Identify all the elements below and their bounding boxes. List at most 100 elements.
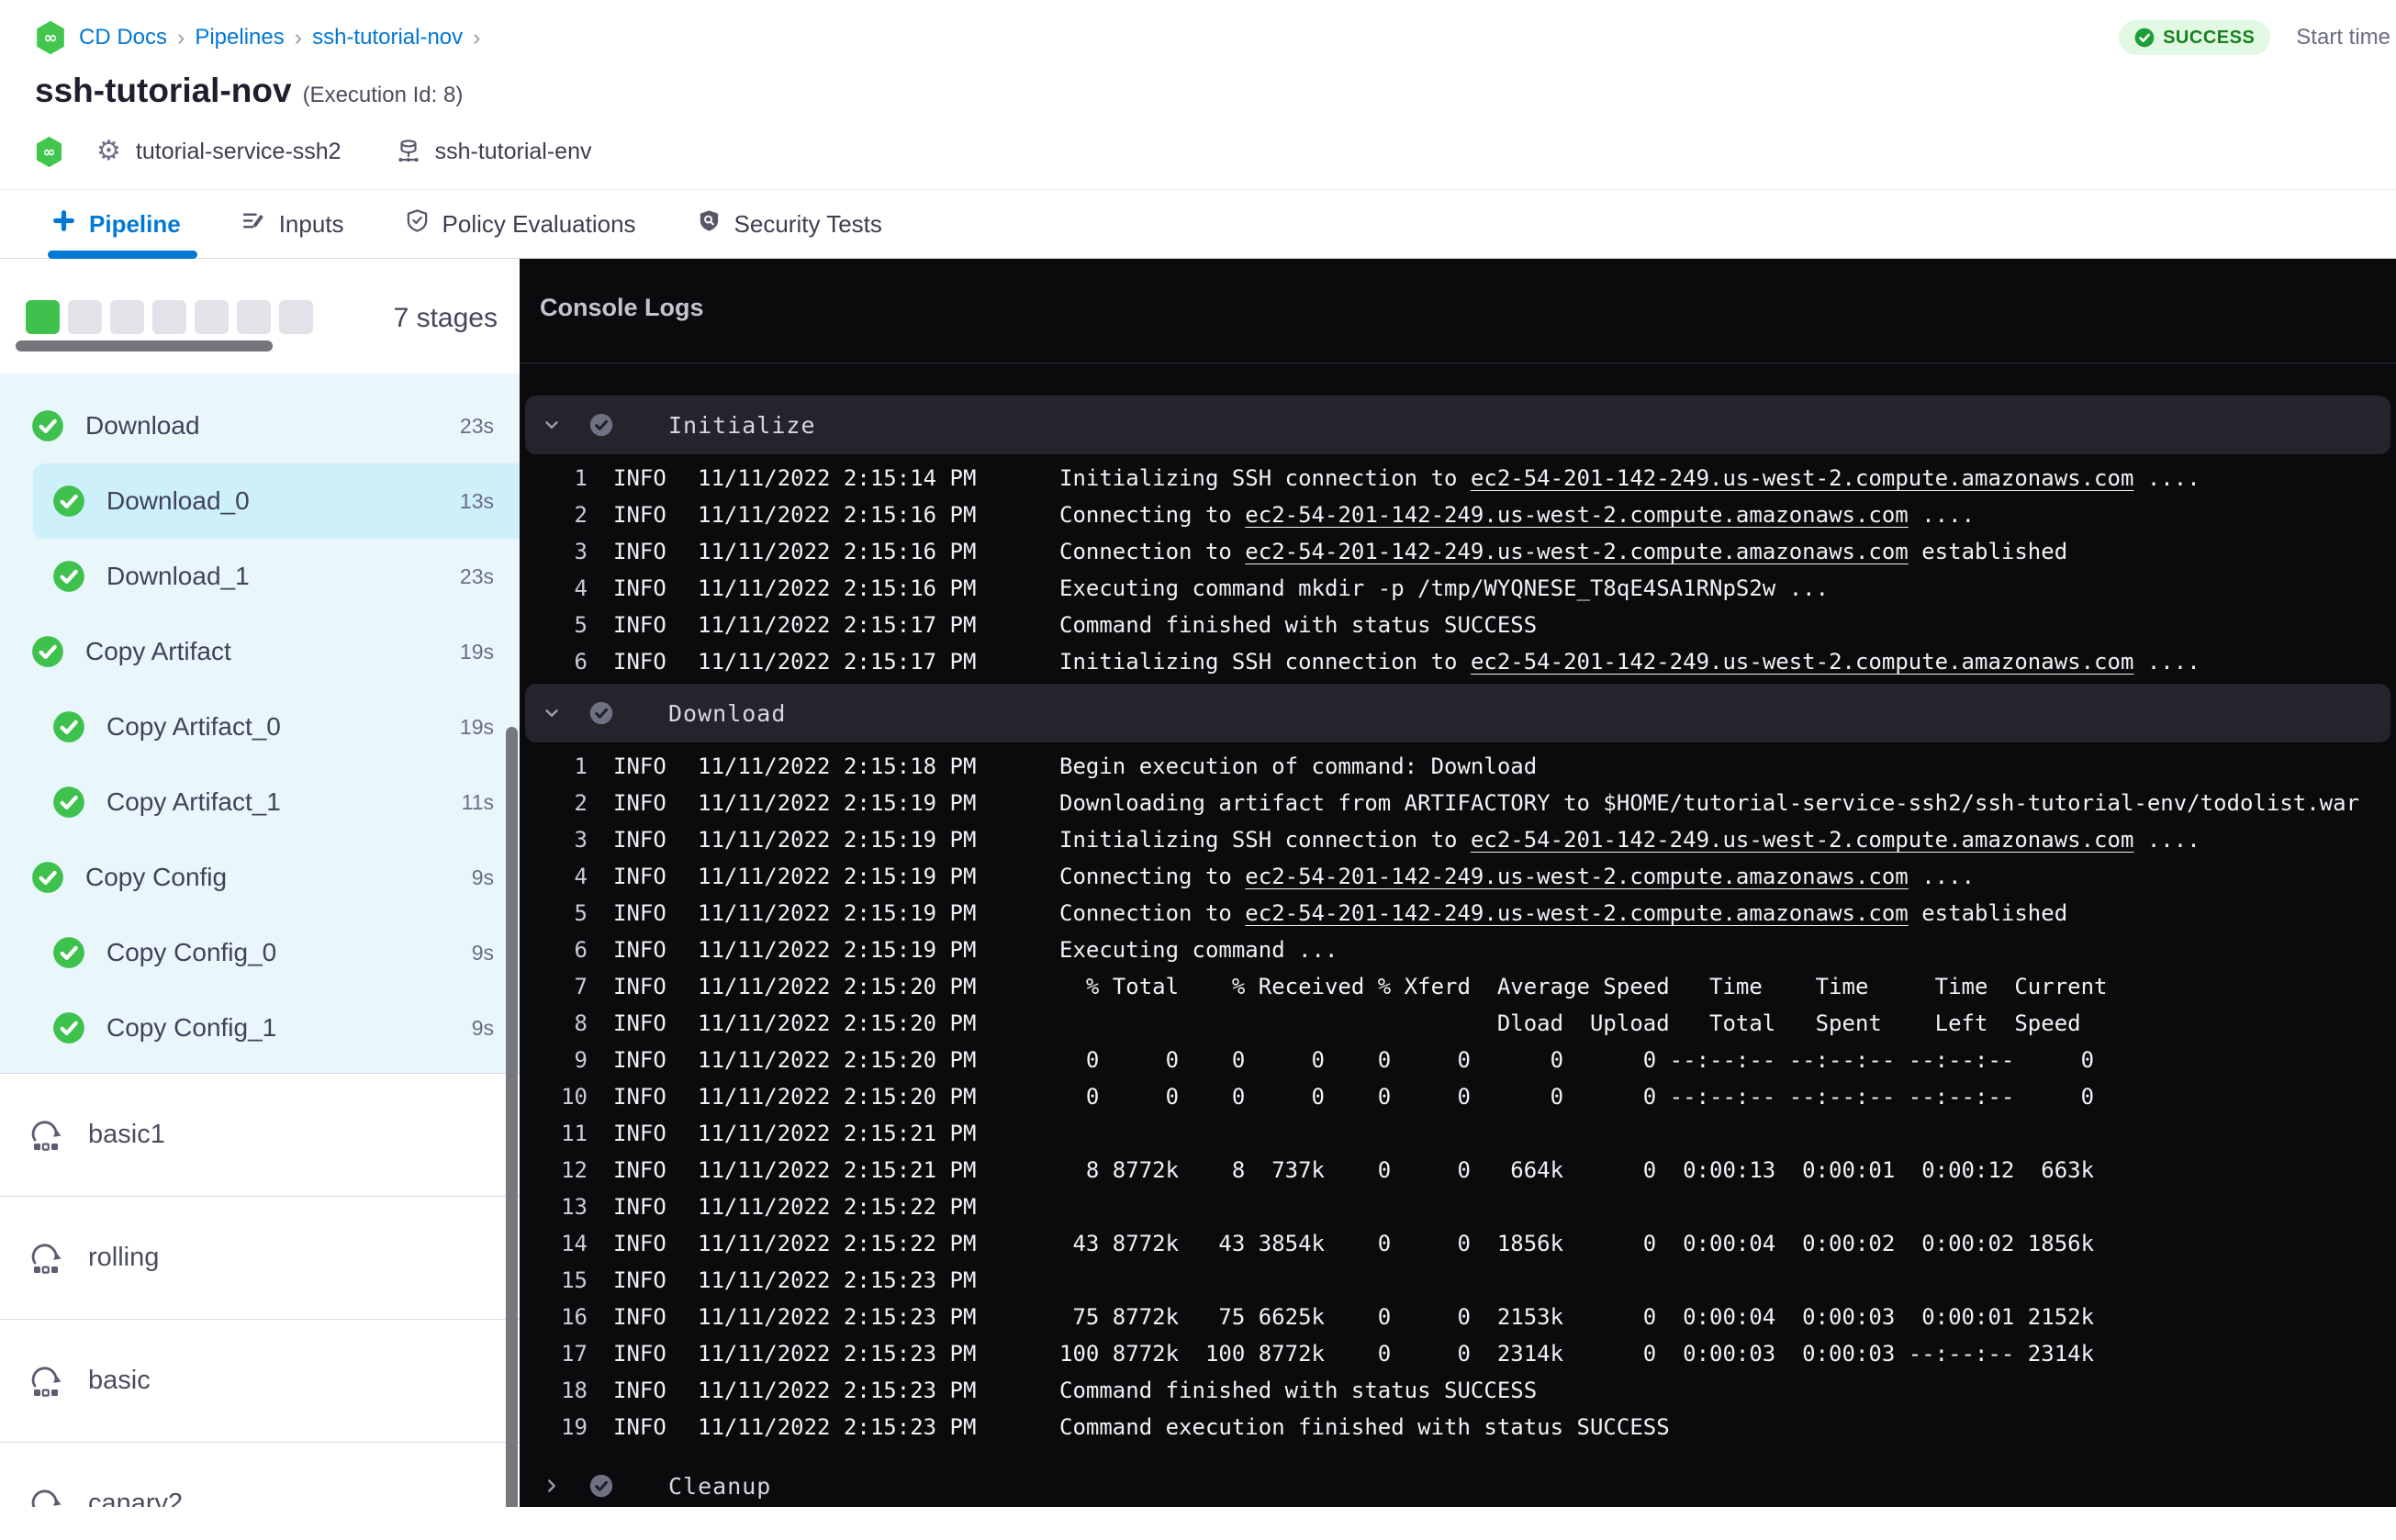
tab-security-tests[interactable]: Security Tests (697, 190, 882, 258)
log-line: 17 INFO 11/11/2022 2:15:23 PM 100 8772k 100… (520, 1335, 2396, 1372)
stage-progress-square-1 (26, 300, 60, 334)
log-message: 8 8772k 8 737k 0 0 664k 0 0:00:13 0:00:0… (1059, 1157, 2095, 1183)
log-line: 12 INFO 11/11/2022 2:15:21 PM 8 8772k 8 73… (520, 1152, 2396, 1188)
log-line-number: 8 (574, 1010, 588, 1036)
log-section-header-initialize[interactable]: Initialize (525, 396, 2390, 454)
log-level: INFO (613, 827, 666, 853)
pipeline-row-basic[interactable]: basic (0, 1319, 520, 1442)
service-name[interactable]: tutorial-service-ssh2 (136, 139, 341, 165)
log-message: 0 0 0 0 0 0 0 0 --:--:-- --:--:-- --:--:… (1059, 1047, 2095, 1073)
pipeline-name: canary2 (88, 1489, 184, 1507)
stage-duration: 23s (459, 413, 494, 438)
service-gear-icon: ⚙ (96, 136, 121, 166)
horizontal-scrollbar[interactable] (16, 340, 273, 352)
breadcrumb-separator: › (473, 24, 481, 50)
log-level: INFO (613, 753, 666, 779)
section-success-icon (589, 413, 613, 437)
log-timestamp: 11/11/2022 2:15:18 PM (698, 753, 977, 779)
stage-row-copy-config-0[interactable]: Copy Config_0 9s (0, 915, 520, 990)
breadcrumb-link-cd-docs[interactable]: CD Docs (79, 25, 167, 50)
inputs-icon (241, 208, 266, 240)
section-success-icon (589, 701, 613, 725)
host-link[interactable]: ec2-54-201-142-249.us-west-2.compute.ama… (1471, 465, 2133, 491)
rollback-stages-icon (28, 1363, 64, 1400)
tab-policy-evaluations[interactable]: Policy Evaluations (405, 190, 636, 258)
host-link[interactable]: ec2-54-201-142-249.us-west-2.compute.ama… (1245, 864, 1908, 889)
pipeline-row-basic1[interactable]: basic1 (0, 1073, 520, 1196)
log-line: 4 INFO 11/11/2022 2:15:19 PM Connecting to … (520, 858, 2396, 895)
stage-row-copy-config-1[interactable]: Copy Config_1 9s (0, 990, 520, 1066)
pipeline-name: basic1 (88, 1120, 165, 1149)
log-line: 10 INFO 11/11/2022 2:15:20 PM 0 0 0 0 0 0 … (520, 1078, 2396, 1115)
host-link[interactable]: ec2-54-201-142-249.us-west-2.compute.ama… (1471, 649, 2133, 675)
pipeline-row-canary2[interactable]: canary2 (0, 1442, 520, 1507)
breadcrumb-separator: › (294, 24, 303, 50)
stage-row-download-0[interactable]: Download_0 13s (33, 463, 520, 539)
log-section-header-download[interactable]: Download (525, 684, 2390, 742)
log-timestamp: 11/11/2022 2:15:16 PM (698, 539, 977, 564)
log-timestamp: 11/11/2022 2:15:17 PM (698, 649, 977, 675)
log-line: 3 INFO 11/11/2022 2:15:19 PM Initializing S… (520, 821, 2396, 858)
log-message: Executing command ... (1059, 937, 1338, 963)
stage-row-copy-config[interactable]: Copy Config 9s (0, 840, 520, 915)
log-line-number: 5 (574, 612, 588, 638)
log-message: Connection to ec2-54-201-142-249.us-west… (1059, 539, 2068, 564)
log-line-number: 4 (574, 575, 588, 601)
pipeline-name: rolling (88, 1243, 160, 1272)
breadcrumb-link-ssh-tutorial-nov[interactable]: ssh-tutorial-nov (312, 25, 463, 50)
stage-progress-square-7 (279, 300, 313, 334)
stage-list: Download 23s Download_0 13s Download_1 23s Cop… (0, 374, 520, 1073)
tab-inputs[interactable]: Inputs (241, 190, 344, 258)
host-link[interactable]: ec2-54-201-142-249.us-west-2.compute.ama… (1245, 900, 1908, 926)
stage-duration: 9s (471, 865, 494, 889)
log-section-header-cleanup[interactable]: Cleanup (525, 1456, 2390, 1507)
log-line: 4 INFO 11/11/2022 2:15:16 PM Executing comm… (520, 570, 2396, 607)
log-timestamp: 11/11/2022 2:15:23 PM (698, 1378, 977, 1403)
log-line-number: 18 (561, 1378, 588, 1403)
log-timestamp: 11/11/2022 2:15:22 PM (698, 1194, 977, 1220)
page-title: ssh-tutorial-nov (35, 72, 292, 109)
log-level: INFO (613, 790, 666, 816)
log-section-initialize: Initialize 1 INFO 11/11/2022 2:15:14 PM Init… (520, 396, 2396, 680)
log-timestamp: 11/11/2022 2:15:21 PM (698, 1121, 977, 1146)
pipeline-row-rolling[interactable]: rolling (0, 1196, 520, 1319)
log-line-number: 1 (574, 465, 588, 491)
stage-row-download[interactable]: Download 23s (0, 388, 520, 463)
pipeline-icon (51, 208, 76, 240)
log-line: 1 INFO 11/11/2022 2:15:18 PM Begin executio… (520, 748, 2396, 785)
log-line-number: 11 (561, 1121, 588, 1146)
tab-pipeline[interactable]: Pipeline (48, 190, 197, 259)
harness-cd-logo-icon: ∞ (35, 21, 66, 54)
log-message: Executing command mkdir -p /tmp/WYQNESE_… (1059, 575, 1830, 601)
stages-sidebar: 7 stages Download 23s Download_0 13s Downloa… (0, 259, 520, 1507)
pipeline-name: basic (88, 1366, 151, 1395)
vertical-scrollbar[interactable] (506, 727, 518, 1507)
execution-header: ∞ CD Docs › Pipelines › ssh-tutorial-nov › SU… (0, 0, 2396, 171)
stage-row-download-1[interactable]: Download_1 23s (0, 539, 520, 614)
log-message: % Total % Received % Xferd Average Speed… (1059, 974, 2108, 999)
environment-name[interactable]: ssh-tutorial-env (435, 139, 592, 165)
stage-row-copy-artifact-0[interactable]: Copy Artifact_0 19s (0, 689, 520, 764)
log-line-number: 6 (574, 649, 588, 675)
log-level: INFO (613, 465, 666, 491)
log-message: Connecting to ec2-54-201-142-249.us-west… (1059, 502, 1976, 528)
stage-name: Copy Config_1 (106, 1013, 277, 1042)
service-environment-row: ∞ ⚙ tutorial-service-ssh2 ssh-tutorial-e… (35, 132, 2396, 171)
stage-progress-squares (26, 300, 313, 334)
log-message: Dload Upload Total Spent Left Speed (1059, 1010, 2081, 1036)
host-link[interactable]: ec2-54-201-142-249.us-west-2.compute.ama… (1245, 539, 1908, 564)
host-link[interactable]: ec2-54-201-142-249.us-west-2.compute.ama… (1471, 827, 2133, 853)
log-line: 2 INFO 11/11/2022 2:15:16 PM Connecting to … (520, 497, 2396, 533)
console-logs-title: Console Logs (540, 294, 704, 321)
stage-progress-square-3 (110, 300, 144, 334)
stage-row-copy-artifact-1[interactable]: Copy Artifact_1 11s (0, 764, 520, 840)
log-message: Command execution finished with status S… (1059, 1414, 1670, 1440)
log-message: Connection to ec2-54-201-142-249.us-west… (1059, 900, 2068, 926)
stage-row-copy-artifact[interactable]: Copy Artifact 19s (0, 614, 520, 689)
host-link[interactable]: ec2-54-201-142-249.us-west-2.compute.ama… (1245, 502, 1908, 528)
breadcrumb-link-pipelines[interactable]: Pipelines (195, 25, 284, 50)
stage-name: Copy Artifact_1 (106, 787, 281, 816)
log-lines: 1 INFO 11/11/2022 2:15:18 PM Begin executio… (520, 748, 2396, 1445)
status-badge-label: SUCCESS (2163, 27, 2256, 48)
log-level: INFO (613, 1047, 666, 1073)
